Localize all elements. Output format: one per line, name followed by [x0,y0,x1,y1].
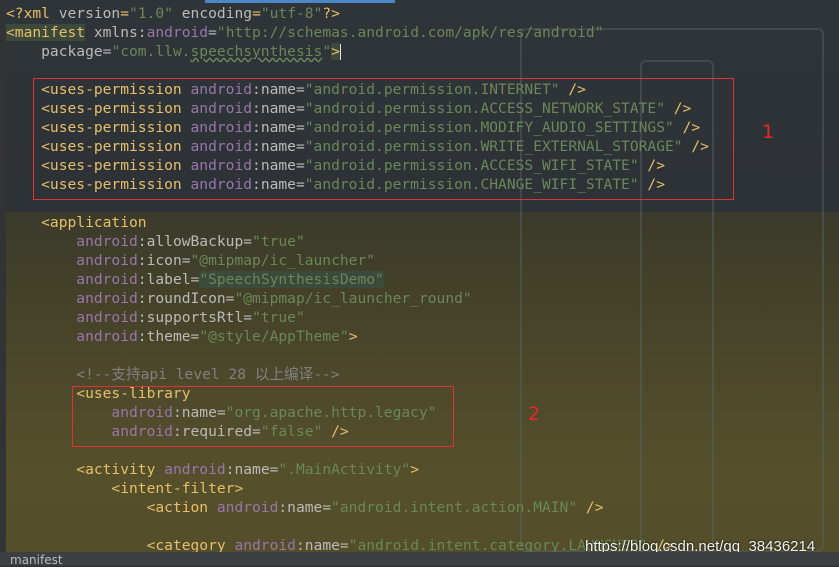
code-line[interactable]: <category android:name="android.intent.c… [6,536,674,552]
annotation-label-1: 1 [762,121,775,143]
code-token: <action [6,499,217,516]
code-token: "@mipmap/ic_launcher_round" [234,290,472,307]
code-token: > [331,43,340,60]
code-token: android [6,290,138,307]
code-token: "true" [252,233,305,250]
annotation-box-1 [33,78,734,200]
code-token: :allowBackup= [137,233,253,250]
code-token: /> [577,499,604,516]
code-token: "SpeechSynthesisDemo" [199,271,384,288]
code-token: encoding [181,5,253,22]
code-line[interactable]: android:supportsRtl="true" [6,308,305,327]
annotation-box-2 [72,386,454,447]
code-token: android [6,233,138,250]
code-token: "@style/AppTheme" [199,328,349,345]
breadcrumb[interactable]: manifest [10,553,63,567]
code-token: package= [6,43,112,60]
code-line[interactable]: <activity android:name=".MainActivity"> [6,460,419,479]
code-line[interactable]: android:theme="@style/AppTheme"> [6,327,357,346]
code-token: <!--支持api level 28 以上编译--> [6,366,340,383]
code-token: :roundIcon= [137,290,235,307]
code-token: "utf-8" [260,5,323,22]
code-token: ".MainActivity" [278,461,411,478]
code-token: android [216,499,279,516]
code-token: android [234,537,296,552]
code-token: ?> [322,5,340,22]
code-token: "android.intent.action.MAIN" [331,499,578,516]
code-token: :label= [137,271,200,288]
code-token: android [164,461,226,478]
code-token: android [6,309,138,326]
code-token: = [120,5,130,22]
code-line[interactable]: <?xml version="1.0" encoding="utf-8"?> [6,4,340,23]
code-token: <intent-filter> [6,480,244,497]
code-token: <?xml [6,5,59,22]
code-token: = [208,24,217,41]
code-line[interactable]: android:allowBackup="true" [6,232,305,251]
code-token: <category [6,537,235,552]
code-line[interactable]: <manifest xmlns:android="http://schemas.… [6,23,604,42]
code-token: :name= [295,537,349,552]
code-token: :icon= [137,252,191,269]
code-line[interactable]: <!--支持api level 28 以上编译--> [6,365,340,384]
annotation-label-2: 2 [528,403,541,425]
code-token: <manifest [6,24,86,41]
code-token: xmlns: [85,24,147,41]
code-line[interactable]: package="com.llw.speechsynthesis"> [6,42,341,61]
code-token: " [322,43,332,60]
code-token: android [6,252,138,269]
code-token: <activity [6,461,165,478]
code-token: > [348,328,358,345]
code-token: "@mipmap/ic_launcher" [190,252,376,269]
code-token: "true" [252,309,305,326]
code-token: :name= [225,461,279,478]
code-token: :supportsRtl= [137,309,253,326]
code-token: <application [6,214,147,231]
code-line[interactable]: android:icon="@mipmap/ic_launcher" [6,251,375,270]
code-token: "http://schemas.android.com/apk/res/andr… [216,24,604,41]
code-line[interactable]: android:label="SpeechSynthesisDemo" [6,270,384,289]
code-token: android [146,24,209,41]
code-line[interactable]: <action android:name="android.intent.act… [6,498,604,517]
code-line[interactable]: <application [6,213,147,232]
code-token: speechsynthesis [190,43,323,60]
code-token: "com.llw. [111,43,191,60]
code-token: android [6,328,138,345]
status-bar: manifest [0,552,839,567]
code-token: :name= [278,499,332,516]
code-editor[interactable]: <?xml version="1.0" encoding="utf-8"?> <m… [0,0,839,552]
active-tab-indicator [205,0,395,3]
code-token: android [6,271,138,288]
code-token: :theme= [137,328,200,345]
code-line[interactable]: <intent-filter> [6,479,243,498]
text-cursor [339,44,341,60]
code-line[interactable]: android:roundIcon="@mipmap/ic_launcher_r… [6,289,472,308]
code-token: = [252,5,261,22]
code-token: version [58,5,121,22]
code-token: > [410,461,419,478]
code-token: "1.0" [129,5,173,22]
